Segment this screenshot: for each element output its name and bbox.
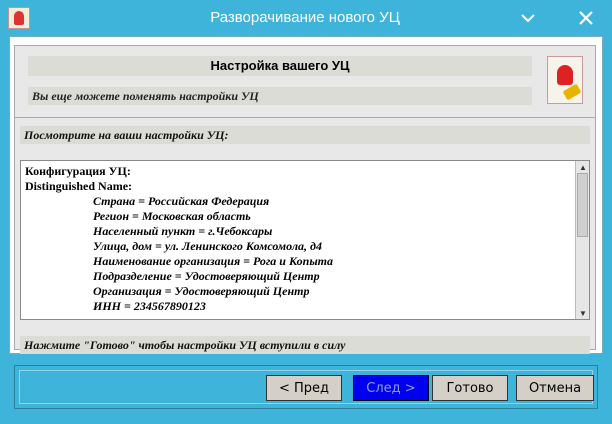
page-subtitle: Вы еще можете поменять настройки УЦ [32, 89, 259, 103]
config-line: Конфигурация УЦ: [25, 164, 131, 178]
close-button[interactable] [576, 8, 596, 28]
divider [14, 117, 596, 118]
review-label: Посмотрите на ваши настройки УЦ: [24, 128, 229, 142]
review-label-box: Посмотрите на ваши настройки УЦ: [20, 126, 590, 144]
header-subtitle-box: Вы еще можете поменять настройки УЦ [28, 87, 532, 105]
window-title: Разворачивание нового УЦ [210, 9, 400, 26]
config-line: Наименование организация = Рога и Копыта [93, 254, 333, 268]
page-title: Настройка вашего УЦ [210, 58, 350, 73]
done-button[interactable]: Готово [432, 375, 508, 401]
vertical-scrollbar[interactable]: ▲ ▼ [575, 161, 589, 319]
config-line: Distinguished Name: [25, 179, 133, 193]
cancel-button[interactable]: Отмена [516, 375, 594, 401]
config-line: Регион = Московская область [93, 209, 251, 223]
header-title-box: Настройка вашего УЦ [28, 56, 532, 76]
prev-button[interactable]: < Пред [266, 375, 342, 401]
certificate-key-icon [547, 56, 583, 104]
config-summary-content: Конфигурация УЦ: Distinguished Name: Стр… [25, 164, 571, 314]
footer-note: Нажмите "Готово" чтобы настройки УЦ всту… [24, 338, 346, 352]
config-line: Улица, дом = ул. Ленинского Комсомола, д… [93, 239, 322, 253]
footer-note-box: Нажмите "Готово" чтобы настройки УЦ всту… [20, 336, 590, 354]
key-icon [562, 83, 582, 101]
app-certificate-icon [8, 7, 30, 29]
scroll-up-arrow-icon[interactable]: ▲ [576, 161, 590, 173]
config-line: Страна = Российская Федерация [93, 194, 270, 208]
chevron-down-icon [521, 14, 535, 23]
wizard-window: Разворачивание нового УЦ Настройка вашег… [0, 0, 612, 424]
config-line: ИНН = 234567890123 [93, 299, 206, 313]
seal-icon [557, 65, 573, 85]
next-button[interactable]: След > [353, 375, 429, 401]
scroll-down-arrow-icon[interactable]: ▼ [576, 307, 590, 319]
title-bar[interactable]: Разворачивание нового УЦ [0, 0, 612, 36]
config-line: Организация = Удостоверяющий Центр [93, 284, 310, 298]
config-summary-textarea[interactable]: Конфигурация УЦ: Distinguished Name: Стр… [20, 160, 590, 320]
close-icon [579, 11, 593, 25]
config-line: Подразделение = Удостоверяющий Центр [93, 269, 320, 283]
config-line: Населенный пункт = г.Чебоксары [93, 224, 273, 238]
minimize-button[interactable] [518, 8, 538, 28]
scroll-thumb[interactable] [577, 173, 588, 237]
